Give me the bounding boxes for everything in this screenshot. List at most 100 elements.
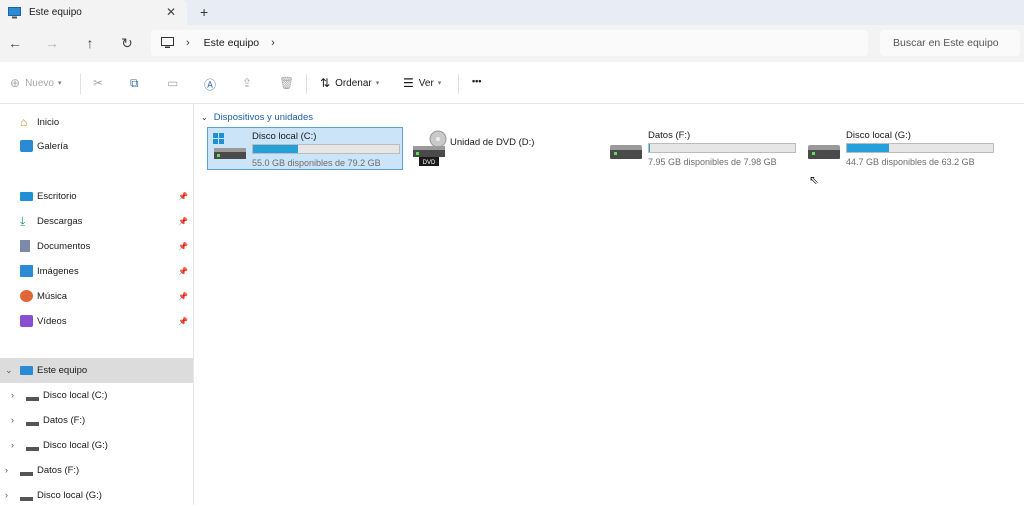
drive-name: Unidad de DVD (D:) bbox=[450, 137, 535, 148]
pin-icon[interactable]: 📌 bbox=[178, 217, 188, 226]
up-button[interactable]: ↑ bbox=[82, 35, 98, 51]
drive-usage-bar bbox=[252, 144, 400, 154]
sidebar-item-disco-g[interactable]: Disco local (G:) bbox=[26, 433, 108, 457]
chevron-down-icon: ▾ bbox=[437, 80, 442, 87]
new-button[interactable]: ⊕ Nuevo ▾ bbox=[10, 76, 61, 90]
chevron-right-icon[interactable]: › bbox=[11, 440, 14, 450]
plus-circle-icon: ⊕ bbox=[10, 76, 21, 90]
breadcrumb-este-equipo[interactable]: Este equipo bbox=[204, 37, 259, 49]
rename-button[interactable]: Ⓐ bbox=[204, 76, 221, 93]
pin-icon[interactable]: 📌 bbox=[178, 242, 188, 251]
drive-icon bbox=[26, 439, 39, 451]
sidebar-item-descargas[interactable]: ⤓ Descargas 📌 bbox=[20, 209, 192, 233]
drive-info: 44.7 GB disponibles de 63.2 GB bbox=[846, 157, 975, 167]
drive-usage-fill bbox=[253, 145, 299, 153]
search-input[interactable]: Buscar en Este equipo bbox=[880, 30, 1020, 56]
drive-usage-fill bbox=[847, 144, 890, 152]
chevron-down-icon: ⌄ bbox=[201, 113, 208, 122]
more-icon: ••• bbox=[472, 76, 482, 86]
sidebar-item-escritorio[interactable]: Escritorio 📌 bbox=[20, 184, 192, 208]
drive-info: 7.95 GB disponibles de 7.98 GB bbox=[648, 157, 777, 167]
chevron-right-icon[interactable]: › bbox=[5, 490, 8, 500]
chevron-down-icon: ▾ bbox=[375, 80, 380, 87]
sidebar-item-videos[interactable]: Vídeos 📌 bbox=[20, 309, 192, 333]
sidebar-item-label: Inicio bbox=[37, 116, 60, 128]
toolbar-divider bbox=[80, 74, 81, 94]
sidebar-item-label: Datos (F:) bbox=[43, 414, 86, 426]
breadcrumb-separator[interactable]: › bbox=[186, 37, 190, 49]
home-icon: ⌂ bbox=[20, 115, 28, 129]
chevron-right-icon[interactable]: › bbox=[5, 465, 8, 475]
breadcrumb-separator[interactable]: › bbox=[271, 37, 275, 49]
sidebar-item-este-equipo[interactable]: Este equipo bbox=[20, 358, 87, 382]
close-tab-icon[interactable]: ✕ bbox=[166, 5, 176, 19]
dvd-drive-icon: DVD bbox=[413, 130, 447, 166]
sidebar-item-disco-c[interactable]: Disco local (C:) bbox=[26, 383, 107, 407]
sidebar-item-imagenes[interactable]: Imágenes 📌 bbox=[20, 259, 192, 283]
address-bar[interactable]: › Este equipo › bbox=[151, 30, 868, 56]
paste-button[interactable]: ▭ bbox=[167, 76, 183, 90]
address-row: ← → ↑ ↻ › Este equipo › Buscar en Este e… bbox=[0, 25, 1024, 62]
drive-icon bbox=[26, 414, 39, 426]
forward-button[interactable]: → bbox=[44, 35, 60, 51]
video-icon bbox=[20, 315, 33, 327]
new-tab-button[interactable]: + bbox=[200, 4, 208, 20]
share-icon: ⇪ bbox=[242, 76, 253, 90]
pin-icon[interactable]: 📌 bbox=[178, 292, 188, 301]
pin-icon[interactable]: 📌 bbox=[178, 267, 188, 276]
sort-label: Ordenar bbox=[335, 77, 372, 89]
pin-icon[interactable]: 📌 bbox=[178, 192, 188, 201]
drive-tile-c[interactable]: Disco local (C:) 55.0 GB disponibles de … bbox=[207, 127, 403, 170]
toolbar-divider bbox=[306, 74, 307, 94]
sidebar-item-documentos[interactable]: Documentos 📌 bbox=[20, 234, 192, 258]
copy-icon: ⧉ bbox=[130, 76, 139, 90]
tab-este-equipo[interactable]: Este equipo ✕ bbox=[0, 0, 187, 25]
sidebar-item-datos-f[interactable]: Datos (F:) bbox=[26, 408, 85, 432]
drive-icon bbox=[26, 389, 39, 401]
chevron-down-icon[interactable]: ⌄ bbox=[5, 365, 13, 376]
sidebar-item-musica[interactable]: Música 📌 bbox=[20, 284, 192, 308]
more-options-button[interactable]: ••• bbox=[472, 76, 481, 86]
chevron-down-icon: ▾ bbox=[57, 80, 62, 87]
drive-tile-d[interactable]: DVD Unidad de DVD (D:) bbox=[408, 127, 588, 169]
sort-button[interactable]: ⇅ Ordenar ▾ bbox=[320, 76, 379, 90]
cut-button[interactable]: ✂ bbox=[93, 76, 108, 90]
view-label: Ver bbox=[418, 77, 434, 89]
share-button[interactable]: ⇪ bbox=[242, 76, 257, 90]
delete-button[interactable]: 🗑 bbox=[279, 76, 299, 90]
pin-icon[interactable]: 📌 bbox=[178, 317, 188, 326]
section-header[interactable]: ⌄ Dispositivos y unidades bbox=[201, 112, 313, 123]
music-icon bbox=[20, 290, 33, 302]
drive-name: Disco local (C:) bbox=[252, 131, 317, 142]
drive-icon bbox=[20, 464, 33, 476]
sidebar-item-datos-f-root[interactable]: Datos (F:) bbox=[20, 458, 79, 482]
sidebar-item-galeria[interactable]: Galería bbox=[20, 134, 68, 158]
copy-button[interactable]: ⧉ bbox=[130, 76, 144, 91]
refresh-button[interactable]: ↻ bbox=[119, 35, 135, 52]
new-label: Nuevo bbox=[25, 77, 54, 89]
sidebar-item-label: Descargas bbox=[37, 215, 83, 227]
drive-name: Datos (F:) bbox=[648, 130, 691, 141]
drive-icon bbox=[610, 145, 642, 159]
back-button[interactable]: ← bbox=[7, 35, 23, 51]
chevron-right-icon[interactable]: › bbox=[11, 390, 14, 400]
drive-tile-g[interactable]: Disco local (G:) 44.7 GB disponibles de … bbox=[803, 127, 999, 169]
drive-usage-bar bbox=[846, 143, 994, 153]
sidebar-item-disco-g-root[interactable]: Disco local (G:) bbox=[20, 483, 102, 507]
drive-usage-fill bbox=[649, 144, 650, 152]
scissors-icon: ✂ bbox=[93, 76, 104, 90]
drive-tile-f[interactable]: Datos (F:) 7.95 GB disponibles de 7.98 G… bbox=[605, 127, 801, 169]
trash-icon: 🗑 bbox=[279, 76, 295, 90]
drive-icon bbox=[808, 145, 840, 159]
view-button[interactable]: ☰ Ver ▾ bbox=[403, 76, 441, 90]
drive-name: Disco local (G:) bbox=[846, 130, 911, 141]
sidebar-item-label: Imágenes bbox=[37, 265, 79, 277]
sidebar-item-inicio[interactable]: ⌂ Inicio bbox=[20, 110, 59, 134]
computer-icon bbox=[20, 365, 33, 375]
chevron-right-icon[interactable]: › bbox=[11, 415, 14, 425]
clipboard-icon: ▭ bbox=[167, 76, 179, 90]
computer-icon bbox=[8, 6, 21, 18]
view-list-icon: ☰ bbox=[403, 76, 414, 90]
mouse-cursor-icon: ⇖ bbox=[809, 173, 820, 187]
rename-icon: Ⓐ bbox=[204, 78, 217, 92]
